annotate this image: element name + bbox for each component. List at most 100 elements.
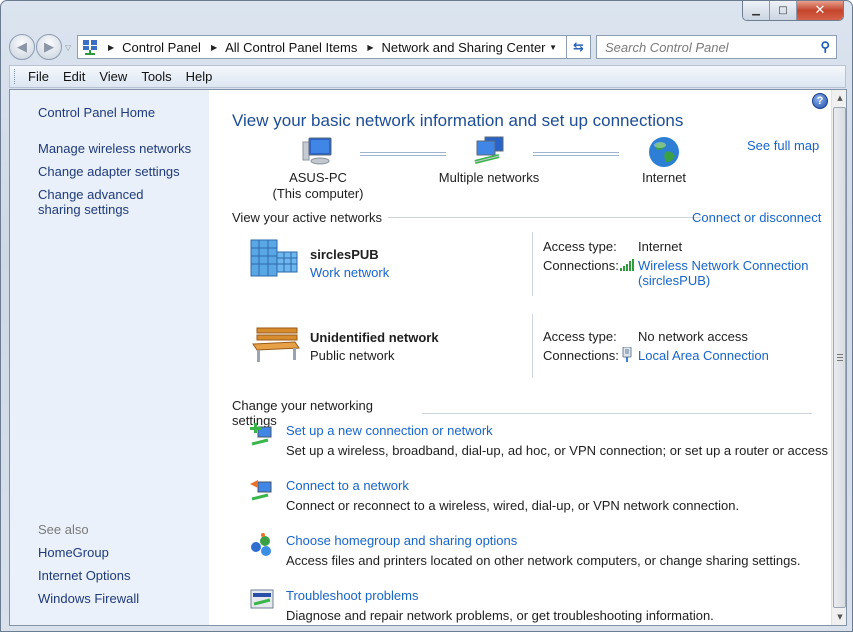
- wifi-signal-icon: [620, 259, 634, 271]
- breadcrumb-network-sharing-center[interactable]: Network and Sharing Center: [381, 40, 545, 55]
- task-connect-network-link[interactable]: Connect to a network: [286, 478, 409, 493]
- network-2-access-label: Access type:: [543, 329, 617, 344]
- forward-button[interactable]: ▶: [36, 34, 62, 60]
- task-new-connection-desc: Set up a wireless, broadband, dial-up, a…: [286, 443, 847, 458]
- network-2-connections-label: Connections:: [543, 348, 619, 363]
- sidebar-item-adapter-settings[interactable]: Change adapter settings: [38, 164, 198, 179]
- divider: [422, 412, 812, 414]
- connect-disconnect-link[interactable]: Connect or disconnect: [692, 210, 821, 225]
- breadcrumb-separator[interactable]: ▶: [108, 43, 114, 52]
- main-panel: ? View your basic network information an…: [209, 90, 846, 625]
- vertical-scrollbar[interactable]: ▲ ▼: [831, 90, 846, 625]
- refresh-icon: ⇆: [573, 39, 584, 55]
- back-arrow-icon: ◀: [17, 39, 27, 55]
- task-troubleshoot-link[interactable]: Troubleshoot problems: [286, 588, 418, 603]
- work-network-icon: [250, 239, 298, 277]
- close-button[interactable]: ✕: [797, 1, 843, 20]
- local-area-connection-link[interactable]: Local Area Connection: [638, 348, 769, 363]
- new-connection-icon: [250, 423, 272, 446]
- sidebar-item-advanced-sharing[interactable]: Change advanced sharing settings: [38, 187, 188, 217]
- scroll-down-button[interactable]: ▼: [832, 609, 846, 625]
- menu-help[interactable]: Help: [186, 69, 213, 84]
- map-connector: [533, 152, 619, 156]
- divider: [532, 232, 533, 296]
- forward-arrow-icon: ▶: [44, 39, 54, 55]
- maximize-button[interactable]: □: [770, 1, 797, 20]
- map-node-internet[interactable]: Internet: [629, 136, 699, 186]
- network-sharing-center-window: ▁ □ ✕ ◀ ▶ ▽ ▶ Control Panel ▶ All Contro…: [0, 0, 853, 632]
- control-panel-icon: [82, 39, 98, 55]
- breadcrumb-all-items[interactable]: All Control Panel Items: [225, 40, 357, 55]
- public-network-icon: [252, 327, 300, 362]
- network-1-access-label: Access type:: [543, 239, 617, 254]
- menu-tools[interactable]: Tools: [141, 69, 171, 84]
- wireless-connection-ssid: (sirclesPUB): [638, 273, 711, 288]
- minimize-button[interactable]: ▁: [743, 1, 770, 20]
- network-2-type: Public network: [310, 348, 395, 363]
- task-homegroup-desc: Access files and printers located on oth…: [286, 553, 801, 568]
- active-networks-title: View your active networks: [232, 210, 383, 225]
- map-node-computer[interactable]: ASUS-PC (This computer): [264, 136, 372, 202]
- network-1-type-link[interactable]: Work network: [310, 265, 389, 280]
- network-1-access-value: Internet: [638, 239, 683, 254]
- search-icon[interactable]: ⚲: [820, 39, 830, 55]
- map-node-networks[interactable]: Multiple networks: [429, 136, 549, 186]
- menu-view[interactable]: View: [99, 69, 127, 84]
- homegroup-icon: [251, 533, 271, 556]
- breadcrumb-separator[interactable]: ▶: [211, 43, 217, 52]
- minimize-icon: ▁: [752, 5, 760, 16]
- wireless-connection-name: Wireless Network Connection: [638, 258, 809, 273]
- help-icon[interactable]: ?: [812, 93, 828, 109]
- network-1-name: sirclesPUB: [310, 247, 379, 262]
- address-bar[interactable]: ▶ Control Panel ▶ All Control Panel Item…: [77, 35, 567, 59]
- scroll-grip-icon: [837, 354, 843, 361]
- search-input[interactable]: Search Control Panel ⚲: [596, 35, 837, 59]
- sidebar-item-internet-options[interactable]: Internet Options: [38, 568, 198, 583]
- map-computer-label: ASUS-PC: [289, 170, 347, 185]
- map-internet-label: Internet: [641, 170, 687, 185]
- menu-edit[interactable]: Edit: [63, 69, 85, 84]
- content-area: Control Panel Home Manage wireless netwo…: [9, 89, 847, 626]
- network-2-access-value: No network access: [638, 329, 748, 344]
- search-placeholder: Search Control Panel: [605, 39, 729, 55]
- troubleshoot-icon: [250, 589, 274, 609]
- ethernet-plug-icon: [622, 347, 632, 362]
- scroll-thumb[interactable]: [833, 107, 846, 608]
- breadcrumb-control-panel[interactable]: Control Panel: [122, 40, 201, 55]
- scroll-up-button[interactable]: ▲: [832, 90, 846, 106]
- sidebar-item-homegroup[interactable]: HomeGroup: [38, 545, 198, 560]
- wireless-connection-link[interactable]: Wireless Network Connection (sirclesPUB): [638, 258, 809, 288]
- sidebar-item-manage-wireless[interactable]: Manage wireless networks: [38, 141, 198, 156]
- task-homegroup-link[interactable]: Choose homegroup and sharing options: [286, 533, 517, 548]
- navigation-bar: ◀ ▶ ▽ ▶ Control Panel ▶ All Control Pane…: [9, 33, 846, 61]
- divider: [388, 217, 702, 218]
- task-connect-network-desc: Connect or reconnect to a wireless, wire…: [286, 498, 740, 513]
- scroll-up-icon: ▲: [837, 94, 843, 102]
- recent-pages-dropdown[interactable]: ▽: [65, 43, 75, 52]
- network-1-connections-label: Connections:: [543, 258, 619, 273]
- sidebar-item-control-panel-home[interactable]: Control Panel Home: [38, 105, 198, 120]
- multiple-networks-icon: [474, 136, 504, 164]
- sidebar-item-windows-firewall[interactable]: Windows Firewall: [38, 591, 198, 606]
- menu-file[interactable]: File: [28, 69, 49, 84]
- address-dropdown-icon[interactable]: ▼: [549, 43, 557, 52]
- menu-grip: [14, 69, 17, 84]
- connect-network-icon: [250, 480, 272, 501]
- globe-icon: [649, 137, 679, 167]
- see-also-label: See also: [38, 522, 89, 537]
- network-2-name: Unidentified network: [310, 330, 439, 345]
- back-button[interactable]: ◀: [9, 34, 35, 60]
- see-full-map-link[interactable]: See full map: [747, 138, 819, 153]
- map-networks-label: Multiple networks: [438, 170, 540, 185]
- map-computer-sublabel: (This computer): [272, 186, 364, 201]
- menu-bar: File Edit View Tools Help: [9, 65, 846, 88]
- close-icon: ✕: [814, 3, 826, 18]
- breadcrumb-separator[interactable]: ▶: [367, 43, 373, 52]
- sidebar: Control Panel Home Manage wireless netwo…: [10, 90, 209, 625]
- refresh-button[interactable]: ⇆: [567, 35, 591, 59]
- maximize-icon: □: [778, 5, 788, 16]
- page-title: View your basic network information and …: [232, 111, 684, 130]
- computer-icon: [302, 137, 332, 165]
- task-troubleshoot-desc: Diagnose and repair network problems, or…: [286, 608, 714, 623]
- task-new-connection-link[interactable]: Set up a new connection or network: [286, 423, 493, 438]
